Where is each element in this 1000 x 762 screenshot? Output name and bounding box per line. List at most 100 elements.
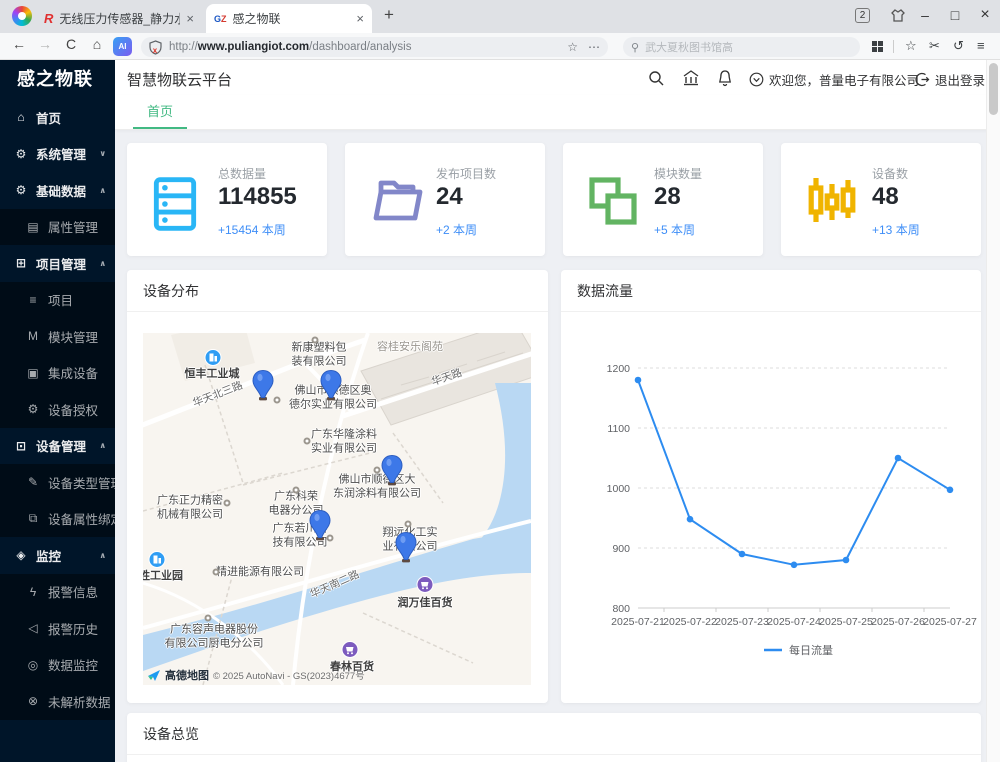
sidebar-item-label: 设备授权	[48, 400, 98, 419]
module-icon: M	[26, 329, 40, 343]
stat-value: 24	[436, 183, 463, 211]
stat-label: 总数据量	[218, 165, 266, 182]
daily-flow-line-chart[interactable]: 8009001000110012002025-07-212025-07-2220…	[561, 312, 981, 703]
map-device-marker[interactable]	[381, 455, 403, 491]
tab-home[interactable]: 首页	[133, 95, 187, 129]
gear-icon: ⚙	[14, 147, 28, 161]
logout-button[interactable]: 退出登录	[915, 70, 985, 89]
sidebar-item-0[interactable]: ⌂ 首页	[0, 99, 115, 136]
map-attribution: 高德地图 © 2025 AutoNavi - GS(2023)4677号	[147, 667, 365, 683]
sidebar-item-5[interactable]: ≡ 项目	[0, 282, 115, 319]
favorites-icon[interactable]: ☆	[905, 38, 917, 54]
tab1-title: 无线压力传感器_静力水准仪_	[59, 10, 180, 27]
sidebar-item-9[interactable]: ⊡ 设备管理∧	[0, 428, 115, 465]
stat-label: 模块数量	[654, 165, 702, 182]
map-device-marker[interactable]	[320, 370, 342, 406]
browser-search-box[interactable]: ⚲ 武大夏秋图书馆高	[623, 37, 860, 57]
welcome-user[interactable]: 欢迎您，普量电子有限公司	[749, 70, 919, 89]
header-search-icon[interactable]	[647, 69, 665, 87]
forward-icon[interactable]: →	[34, 36, 56, 52]
page-scrollbar[interactable]	[986, 60, 1000, 762]
url-field[interactable]: x http://www.puliangiot.com/dashboard/an…	[141, 37, 608, 57]
browser-address-bar: ← → C ⌂ AI x http://www.puliangiot.com/d…	[0, 33, 1000, 60]
stat-card-3: 设备数 48 +13 本周	[781, 143, 981, 256]
main-area: 智慧物联云平台 欢迎您，普量电子有限公司 退出登录 首页 总数据量 114855…	[115, 60, 1000, 762]
sidebar-item-16[interactable]: ⊗ 未解析数据	[0, 683, 115, 720]
scrollbar-thumb[interactable]	[989, 63, 998, 115]
sidebar-item-6[interactable]: M 模块管理	[0, 318, 115, 355]
screenshot-scissors-icon[interactable]: ✂	[929, 38, 940, 54]
map-poi-dot	[374, 467, 381, 474]
more-actions-icon[interactable]: ⋯	[588, 40, 600, 54]
sidebar-item-label: 首页	[36, 108, 61, 127]
device-overview-panel: 设备总览	[127, 713, 981, 762]
tab1-close-icon[interactable]: ×	[186, 11, 194, 26]
tab2-close-icon[interactable]: ×	[356, 11, 364, 26]
sidebar-item-12[interactable]: ◈ 监控∧	[0, 537, 115, 574]
new-tab-button[interactable]: +	[384, 5, 394, 25]
logout-label: 退出登录	[935, 70, 985, 89]
header-org-icon[interactable]	[682, 69, 700, 87]
insecure-shield-icon[interactable]: x	[149, 40, 162, 55]
sidebar-item-label: 未解析数据	[48, 692, 111, 711]
bind-icon: ⧉	[26, 511, 40, 526]
maximize-button[interactable]: □	[942, 0, 968, 30]
sidebar-item-2[interactable]: ⚙ 基础数据∧	[0, 172, 115, 209]
sidebar-item-label: 设备管理	[36, 436, 86, 455]
home-icon[interactable]: ⌂	[86, 36, 108, 52]
svg-text:2025-07-22: 2025-07-22	[663, 616, 717, 628]
map-poi-dot	[304, 438, 311, 445]
browser-tab-2[interactable]: GZ 感之物联 ×	[206, 4, 372, 33]
reload-icon[interactable]: C	[60, 36, 82, 52]
sidebar-item-1[interactable]: ⚙ 系统管理∨	[0, 136, 115, 173]
amap-canvas[interactable]: 新康塑料包 装有限公司容桂安乐阁苑恒丰工业城华天北三路佛山市顺德区奥 德尔实业有…	[143, 333, 531, 685]
svg-text:1200: 1200	[607, 363, 631, 375]
map-device-marker[interactable]	[395, 532, 417, 568]
bookmark-star-icon[interactable]: ☆	[567, 40, 578, 54]
map-poi-dot	[405, 521, 412, 528]
sidebar-item-7[interactable]: ▣ 集成设备	[0, 355, 115, 392]
map-poi-dot	[213, 569, 220, 576]
sidebar-item-3[interactable]: ▤ 属性管理	[0, 209, 115, 246]
map-device-marker[interactable]	[309, 510, 331, 546]
sidebar-item-11[interactable]: ⧉ 设备属性绑定	[0, 501, 115, 538]
sidebar-item-10[interactable]: ✎ 设备类型管理	[0, 464, 115, 501]
sidebar-item-13[interactable]: ϟ 报警信息	[0, 574, 115, 611]
theme-shirt-icon[interactable]	[890, 8, 906, 24]
user-circle-icon	[749, 72, 764, 87]
browser-logo-icon[interactable]	[12, 6, 32, 26]
sidebar-item-4[interactable]: ⊞ 项目管理∧	[0, 245, 115, 282]
sidebar-item-label: 基础数据	[36, 181, 86, 200]
speaker-icon: ◁	[26, 621, 40, 635]
tab-count-badge[interactable]: 2	[855, 8, 870, 23]
map-poi-dot	[293, 487, 300, 494]
minimize-button[interactable]: –	[912, 0, 938, 30]
unparsed-icon: ⊗	[26, 694, 40, 708]
database-icon	[152, 176, 198, 237]
map-poi-dot	[205, 615, 212, 622]
close-button[interactable]: ×	[972, 0, 998, 30]
ai-assistant-icon[interactable]: AI	[113, 37, 132, 56]
back-icon[interactable]: ←	[8, 36, 30, 52]
sidebar-item-label: 集成设备	[48, 363, 98, 382]
sidebar-menu: ⌂ 首页⚙ 系统管理∨⚙ 基础数据 ∧ ▤ 属性管理⊞ 项目管理∧≡ 项目M 模块管…	[0, 99, 115, 720]
search-icon: ⚲	[631, 41, 639, 54]
attr-icon: ▤	[26, 220, 40, 234]
chevron-up-icon: ∧	[100, 186, 107, 195]
map-mall-icon	[417, 576, 434, 598]
sidebar-item-8[interactable]: ⚙ 设备授权	[0, 391, 115, 428]
history-undo-icon[interactable]: ↺	[953, 38, 964, 54]
sidebar-item-15[interactable]: ◎ 数据监控	[0, 647, 115, 684]
apps-grid-icon[interactable]	[872, 41, 883, 52]
browser-tab-1[interactable]: R 无线压力传感器_静力水准仪_ ×	[36, 4, 202, 33]
pin-icon: ◈	[14, 548, 28, 562]
stat-delta: +13 本周	[872, 221, 920, 238]
sidebar-item-label: 设备属性绑定	[48, 509, 115, 528]
search-placeholder: 武大夏秋图书馆高	[645, 39, 733, 55]
menu-icon[interactable]: ≡	[977, 38, 985, 53]
svg-text:2025-07-21: 2025-07-21	[611, 616, 665, 628]
header-bell-icon[interactable]	[716, 69, 734, 87]
sidebar-item-14[interactable]: ◁ 报警历史	[0, 610, 115, 647]
url-text: http://www.puliangiot.com/dashboard/anal…	[169, 41, 557, 53]
map-device-marker[interactable]	[252, 370, 274, 406]
